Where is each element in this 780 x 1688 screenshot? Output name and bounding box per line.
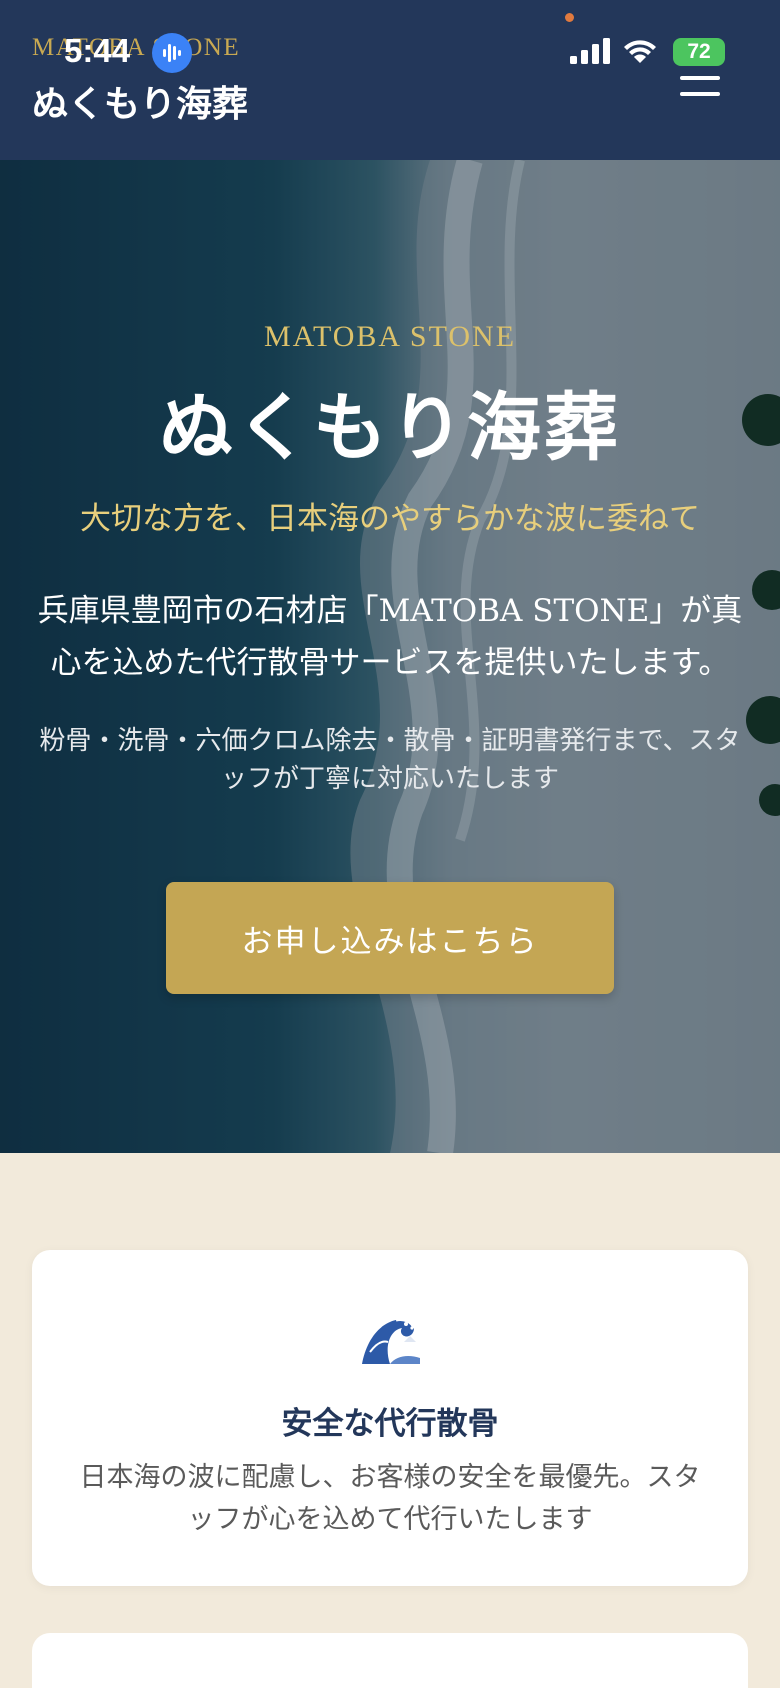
apply-button[interactable]: お申し込みはこちら: [166, 882, 614, 994]
hero-label-en: MATOBA STONE: [263, 320, 517, 353]
brand-name-ja[interactable]: ぬくもり海葬: [32, 75, 248, 127]
great-wave-icon: [362, 1318, 420, 1364]
hamburger-menu-icon[interactable]: [680, 60, 720, 96]
brand-name-en[interactable]: MATOBA STONE: [32, 34, 240, 62]
menu-bar: [680, 76, 720, 80]
hero-tagline: 大切な方を、日本海のやすらかな波に委ねて: [80, 501, 700, 537]
feature-card: 安全な代行散骨 日本海の波に配慮し、お客様の安全を最優先。スタッフが心を込めて代…: [32, 1250, 748, 1586]
site-header: MATOBA STONE ぬくもり海葬: [0, 0, 780, 160]
menu-bar: [680, 60, 720, 64]
feature-description: 日本海の波に配慮し、お客様の安全を最優先。スタッフが心を込めて代行いたします: [79, 1462, 701, 1535]
feature-title: 安全な代行散骨: [281, 1406, 499, 1442]
page: MATOBA STONE ぬくもり海葬 5:44 72 MATOBA STONE…: [0, 0, 780, 1688]
hero-subtext: 粉骨・洗骨・六価クロム除去・散骨・証明書発行まで、スタッフが丁寧に対応いたします: [39, 726, 741, 794]
menu-bar: [680, 92, 720, 96]
feature-card: [32, 1633, 748, 1688]
hero-content: MATOBA STONE ぬくもり海葬 大切な方を、日本海のやすらかな波に委ねて…: [0, 160, 780, 1153]
hero-section: MATOBA STONE ぬくもり海葬 大切な方を、日本海のやすらかな波に委ねて…: [0, 160, 780, 1153]
hero-description: 兵庫県豊岡市の石材店「MATOBA STONE」が真心を込めた代行散骨サービスを…: [37, 593, 743, 681]
hero-title: ぬくもり海葬: [159, 385, 621, 471]
